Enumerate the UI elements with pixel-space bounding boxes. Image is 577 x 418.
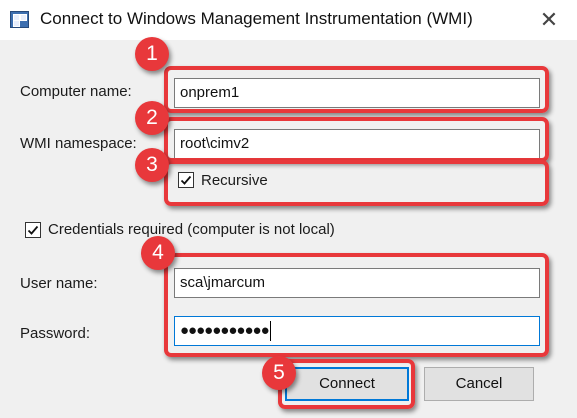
wmi-app-icon [10,11,29,28]
callout-badge-5: 5 [262,356,296,390]
cancel-button[interactable]: Cancel [424,367,534,401]
callout-box-4 [164,253,549,357]
credentials-required-checkbox[interactable] [25,222,41,238]
callout-badge-4: 4 [141,236,175,270]
callout-box-5 [278,359,415,409]
credentials-required-label: Credentials required (computer is not lo… [48,221,335,238]
window-title: Connect to Windows Management Instrument… [40,9,473,28]
checkmark-icon [27,225,39,235]
callout-badge-1: 1 [135,37,169,71]
callout-box-2 [164,117,549,162]
username-label: User name: [20,275,98,292]
callout-box-1 [164,66,549,113]
close-icon[interactable]: ✕ [535,6,563,34]
wmi-namespace-label: WMI namespace: [20,135,137,152]
title-bar: Connect to Windows Management Instrument… [0,0,577,40]
callout-badge-3: 3 [135,148,169,182]
computer-name-label: Computer name: [20,83,132,100]
callout-badge-2: 2 [135,101,169,135]
password-label: Password: [20,325,91,342]
callout-box-3 [164,160,549,206]
